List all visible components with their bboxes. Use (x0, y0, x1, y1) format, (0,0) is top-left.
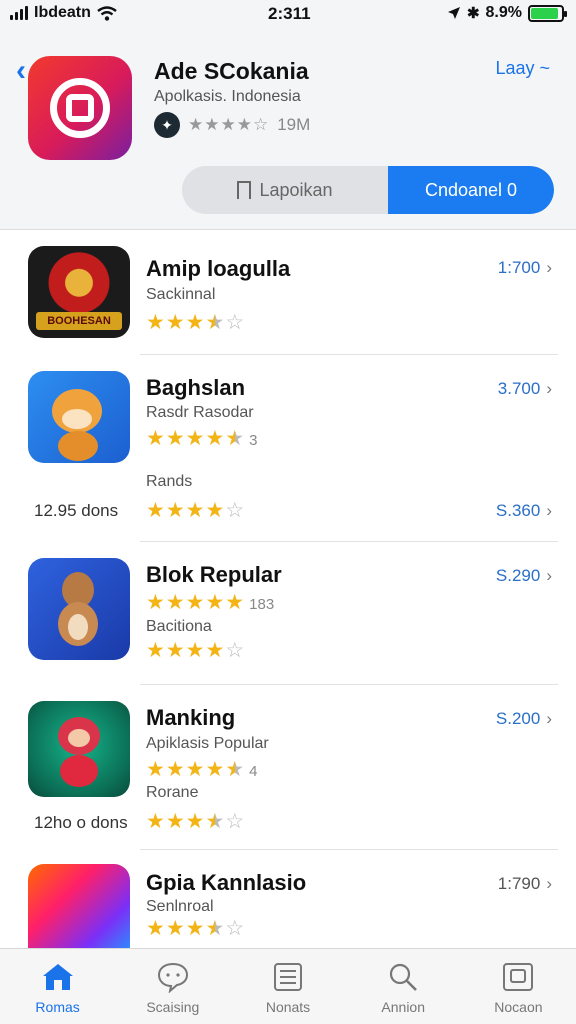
list-item-title: Amip loagulla (146, 256, 291, 281)
status-bar: Ibdeatn 2:311 ✱ 8.9% (0, 0, 576, 28)
list-item-subtitle: Rorane (146, 784, 199, 801)
app-thumbnail-kangaroo (28, 558, 130, 660)
home-icon (41, 961, 75, 993)
tab-label: Romas (35, 999, 80, 1015)
list-item-title: Blok Repular (146, 562, 282, 587)
list-item-price[interactable]: 1:700 › (498, 258, 552, 278)
tab-list[interactable]: Nonats (230, 949, 345, 1024)
wifi-icon (97, 5, 117, 21)
back-chevron-icon[interactable]: ‹ (16, 54, 26, 88)
rating-stars: ★★★★★ 4 (146, 758, 258, 781)
list-item-price[interactable]: S.360 › (496, 501, 552, 521)
tab-bar: Romas Scaising Nonats Annion Nocaon (0, 948, 576, 1024)
carrier-name: Ibdeatn (34, 4, 91, 21)
bluetooth-icon: ✱ (466, 5, 480, 22)
app-icon (28, 56, 132, 160)
rating-stars: ★★★★☆ (146, 810, 246, 833)
app-list: BOOHESAN Amip loagulla Sackinnal ★★★★☆ 1… (0, 230, 576, 948)
rating-stars: ★★★★☆ (146, 311, 246, 334)
list-item-subtitle: Apiklasis Popular (146, 735, 269, 752)
list-item-title: Gpia Kannlasio (146, 870, 307, 895)
list-item-title: Baghslan (146, 375, 246, 400)
download-count: 12ho o dons (34, 813, 128, 832)
rating-stars: ★★★★☆ (146, 917, 246, 940)
list-item[interactable]: Blok Repular ★★★★★ 183 Bacitiona ★★★★☆ S.… (0, 542, 576, 684)
list-item-subtitle: Bacitiona (146, 618, 212, 635)
app-thumbnail-emblem: BOOHESAN (28, 246, 130, 338)
app-subtitle: Apolkasis. Indonesia (154, 88, 301, 105)
tab-label: Nonats (265, 999, 311, 1015)
app-title: Ade SCokania (154, 58, 309, 84)
tablet-icon (501, 961, 535, 993)
list-item-subtitle: Rasdr Rasodar (146, 404, 254, 421)
tab-chat[interactable]: Scaising (115, 949, 230, 1024)
header-rating-stars: ★★★★☆ (188, 115, 270, 134)
clock: 2:311 (268, 4, 311, 23)
developer-icon: ✦ (154, 112, 180, 138)
list-item-price[interactable]: 3.700 › (498, 379, 552, 399)
tab-label: Nocaon (494, 999, 543, 1015)
app-size: 19M (277, 115, 311, 134)
app-thumbnail-fox (28, 371, 130, 463)
list-item[interactable]: Baghslan Rasdr Rasodar ★★★★★ 3 3.700 › Ran… (0, 355, 576, 541)
tab-label: Annion (381, 999, 425, 1015)
tab-search[interactable]: Annion (346, 949, 461, 1024)
list-item-subtitle: Senlnroal (146, 898, 214, 915)
app-meta: ✦ ★★★★☆ 19M (154, 112, 310, 138)
download-button-label: Cndoanel 0 (424, 179, 518, 200)
battery-percent: 8.9% (485, 4, 522, 21)
rating-stars: ★★★★★ 3 (146, 427, 258, 450)
signal-icon (10, 6, 28, 20)
report-button-label: Lapoikan (259, 179, 333, 200)
tab-home[interactable]: Romas (0, 949, 115, 1024)
list-item[interactable]: Manking Apiklasis Popular ★★★★★ 4 Rorane … (0, 685, 576, 849)
app-header: ‹ Ade SCokania Apolkasis. Indonesia ✦ ★★… (0, 28, 576, 230)
list-item-subtitle: Sackinnal (146, 286, 216, 303)
status-right: ✱ 8.9% (447, 4, 567, 22)
tab-label: Scaising (146, 999, 200, 1015)
report-button[interactable]: Lapoikan (182, 166, 388, 214)
tab-tablet[interactable]: Nocaon (461, 949, 576, 1024)
list-item[interactable]: Gpia Kannlasio Senlnroal ★★★★☆ 1:790 › (0, 850, 576, 948)
location-icon (447, 7, 460, 19)
list-item-price[interactable]: 1:790 › (498, 874, 552, 894)
list-icon (271, 961, 305, 993)
app-thumbnail-creature (28, 701, 130, 797)
search-icon (386, 961, 420, 993)
list-item-price[interactable]: S.200 › (496, 709, 552, 729)
list-item-price[interactable]: S.290 › (496, 566, 552, 586)
status-left: Ibdeatn (10, 4, 117, 22)
list-item[interactable]: BOOHESAN Amip loagulla Sackinnal ★★★★☆ 1… (0, 230, 576, 354)
action-segmented-control: Lapoikan Cndoanel 0 (182, 166, 554, 214)
list-item-subtitle: Rands (146, 473, 193, 490)
download-count: 12.95 dons (34, 501, 119, 520)
battery-icon (528, 4, 567, 22)
rating-stars: ★★★★★ 183 (146, 591, 275, 614)
rating-stars: ★★★★☆ (146, 639, 246, 662)
language-link[interactable]: Laay ~ (495, 58, 550, 79)
download-button[interactable]: Cndoanel 0 (388, 166, 554, 214)
app-thumbnail-gradient (28, 864, 130, 948)
rating-stars: ★★★★☆ (146, 499, 246, 522)
chat-icon (156, 961, 190, 993)
bookmark-icon (237, 181, 252, 199)
list-item-title: Manking (146, 705, 236, 730)
